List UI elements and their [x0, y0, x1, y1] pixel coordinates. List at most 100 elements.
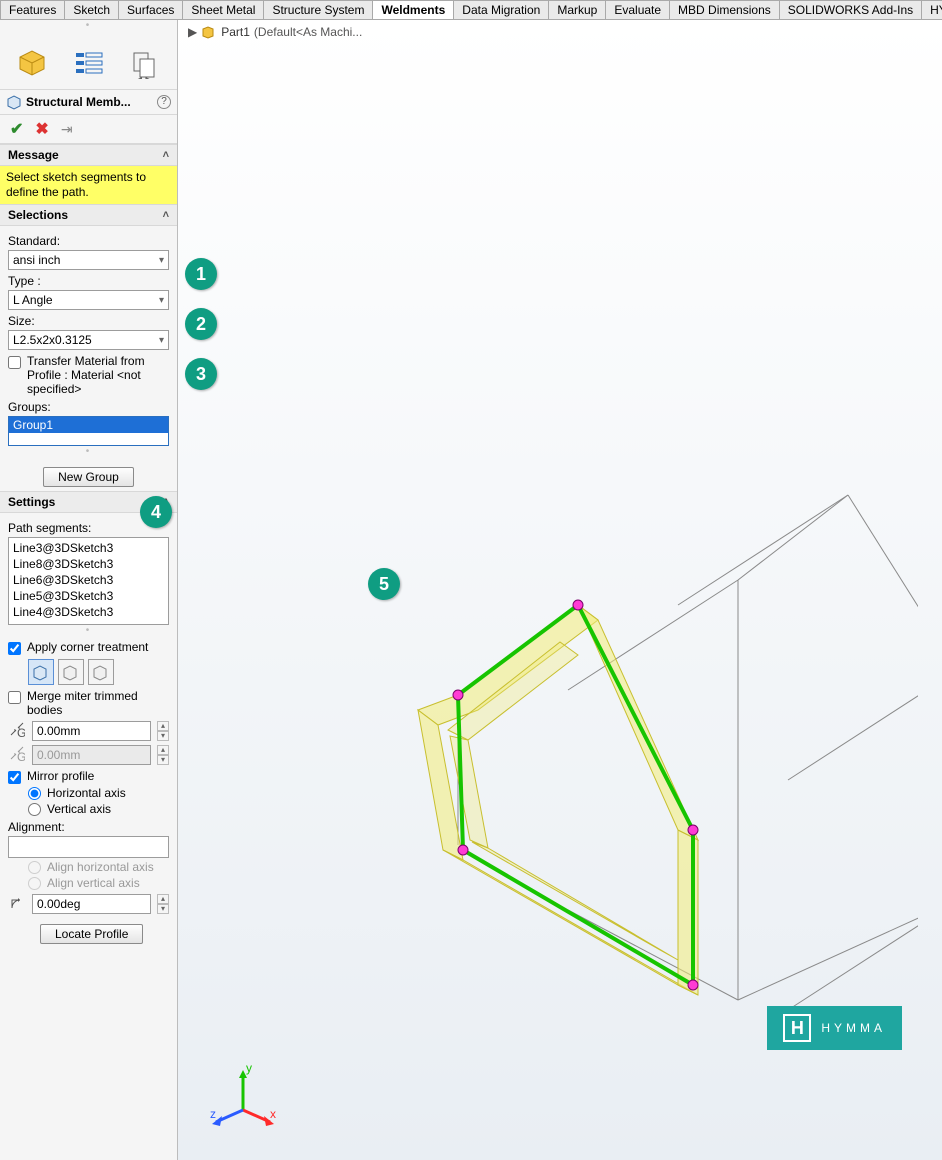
transfer-material-label: Transfer Material from Profile : Materia…: [27, 354, 169, 396]
drag-handle[interactable]: [8, 625, 169, 636]
panel-mode-icons: ◂ ▸: [0, 31, 177, 90]
mirror-profile-checkbox[interactable]: [8, 771, 21, 784]
help-icon[interactable]: ?: [157, 95, 171, 109]
ok-icon[interactable]: ✔: [10, 119, 23, 139]
graphics-viewport[interactable]: ▶ Part1 (Default<As Machi...: [178, 20, 942, 1160]
callout-3: 3: [185, 358, 217, 390]
alignment-input[interactable]: [8, 836, 169, 858]
tab-features[interactable]: Features: [0, 0, 65, 19]
property-manager-panel: ◂ ▸ Structural Memb... ? ✔ ✖ ⇥ Message ˄…: [0, 20, 178, 1160]
size-select[interactable]: L2.5x2x0.3125: [8, 330, 169, 350]
groups-listbox[interactable]: Group1: [8, 416, 169, 446]
tab-surfaces[interactable]: Surfaces: [118, 0, 183, 19]
corner-end-butt1-icon[interactable]: [58, 659, 84, 685]
gap1-input[interactable]: 0.00mm: [32, 721, 151, 741]
corner-end-butt2-icon[interactable]: [88, 659, 114, 685]
path-segment-item[interactable]: Line8@3DSketch3: [13, 556, 164, 572]
rotation-angle-icon: [8, 895, 26, 914]
corner-treatment-icons: [28, 659, 169, 685]
svg-text:G1: G1: [17, 726, 25, 738]
part-icon: [201, 24, 217, 40]
section-settings-title: Settings: [8, 495, 55, 509]
breadcrumb[interactable]: ▶ Part1 (Default<As Machi...: [188, 24, 362, 40]
section-selections-title: Selections: [8, 208, 68, 222]
message-text: Select sketch segments to define the pat…: [0, 166, 177, 204]
tab-mbd-dimensions[interactable]: MBD Dimensions: [669, 0, 780, 19]
path-segment-item[interactable]: Line4@3DSketch3: [13, 604, 164, 620]
locate-profile-button[interactable]: Locate Profile: [40, 924, 143, 944]
tab-markup[interactable]: Markup: [548, 0, 606, 19]
feature-title-row: Structural Memb... ?: [0, 90, 177, 115]
gap2-icon: G2: [8, 746, 26, 765]
horizontal-axis-radio[interactable]: [28, 787, 41, 800]
merge-miter-checkbox[interactable]: [8, 691, 21, 704]
horizontal-axis-label: Horizontal axis: [47, 786, 126, 800]
breadcrumb-expand-icon[interactable]: ▶: [188, 25, 197, 39]
tab-solidworks-add-ins[interactable]: SOLIDWORKS Add-Ins: [779, 0, 922, 19]
hymma-logo-mark: H: [783, 1014, 811, 1042]
breadcrumb-part: Part1: [221, 25, 250, 39]
new-group-button[interactable]: New Group: [43, 467, 134, 487]
command-tabs: FeaturesSketchSurfacesSheet MetalStructu…: [0, 0, 942, 20]
hymma-logo-text: HYMMA: [821, 1021, 886, 1035]
model-preview: [298, 440, 918, 1060]
vertical-axis-radio[interactable]: [28, 803, 41, 816]
config-manager-icon[interactable]: ◂ ▸: [126, 45, 164, 83]
apply-corner-label: Apply corner treatment: [27, 640, 148, 654]
groups-label: Groups:: [8, 400, 169, 414]
orientation-triad: y x z: [208, 1060, 278, 1130]
vertical-axis-label: Vertical axis: [47, 802, 111, 816]
align-vertical-radio: [28, 877, 41, 890]
gap2-input: 0.00mm: [32, 745, 151, 765]
svg-text:◂ ▸: ◂ ▸: [136, 72, 151, 79]
gap1-spinner[interactable]: ▴▾: [157, 721, 169, 741]
callout-5: 5: [368, 568, 400, 600]
tab-structure-system[interactable]: Structure System: [263, 0, 373, 19]
path-segments-listbox[interactable]: Line3@3DSketch3Line8@3DSketch3Line6@3DSk…: [8, 537, 169, 625]
transfer-material-checkbox[interactable]: [8, 356, 21, 369]
tab-weldments[interactable]: Weldments: [372, 0, 454, 19]
feature-tree-icon[interactable]: [14, 45, 52, 83]
property-manager-icon[interactable]: [70, 45, 108, 83]
callout-1: 1: [185, 258, 217, 290]
gap1-icon: G1: [8, 722, 26, 741]
align-vertical-label: Align vertical axis: [47, 876, 140, 890]
path-segment-item[interactable]: Line5@3DSketch3: [13, 588, 164, 604]
rotation-angle-input[interactable]: 0.00deg: [32, 894, 151, 914]
path-segment-item[interactable]: Line3@3DSketch3: [13, 540, 164, 556]
standard-select[interactable]: ansi inch: [8, 250, 169, 270]
size-label: Size:: [8, 314, 169, 328]
callout-2: 2: [185, 308, 217, 340]
rotation-angle-spinner[interactable]: ▴▾: [157, 894, 169, 914]
section-selections-header[interactable]: Selections ˄: [0, 204, 177, 226]
groups-selected-item[interactable]: Group1: [9, 417, 168, 433]
section-message-title: Message: [8, 148, 59, 162]
chevron-up-icon: ˄: [163, 209, 169, 221]
callout-4: 4: [140, 496, 172, 528]
accept-row: ✔ ✖ ⇥: [0, 115, 177, 144]
section-message-header[interactable]: Message ˄: [0, 144, 177, 166]
tab-data-migration[interactable]: Data Migration: [453, 0, 549, 19]
svg-text:G2: G2: [17, 750, 25, 762]
tab-sketch[interactable]: Sketch: [64, 0, 119, 19]
tab-evaluate[interactable]: Evaluate: [605, 0, 670, 19]
mirror-profile-label: Mirror profile: [27, 769, 94, 783]
tab-sheet-metal[interactable]: Sheet Metal: [182, 0, 264, 19]
chevron-up-icon: ˄: [163, 149, 169, 161]
path-segment-item[interactable]: Line6@3DSketch3: [13, 572, 164, 588]
pin-icon[interactable]: ⇥: [61, 121, 73, 138]
cancel-icon[interactable]: ✖: [35, 119, 48, 139]
alignment-label: Alignment:: [8, 820, 169, 834]
svg-text:y: y: [246, 1061, 252, 1075]
tab-hymma[interactable]: HYMMA: [921, 0, 942, 19]
type-label: Type :: [8, 274, 169, 288]
structural-member-icon: [6, 94, 22, 110]
type-select[interactable]: L Angle: [8, 290, 169, 310]
standard-label: Standard:: [8, 234, 169, 248]
corner-end-miter-icon[interactable]: [28, 659, 54, 685]
align-horizontal-radio: [28, 861, 41, 874]
drag-handle[interactable]: [0, 20, 177, 31]
drag-handle[interactable]: [8, 446, 169, 457]
apply-corner-checkbox[interactable]: [8, 642, 21, 655]
svg-text:z: z: [210, 1107, 216, 1121]
